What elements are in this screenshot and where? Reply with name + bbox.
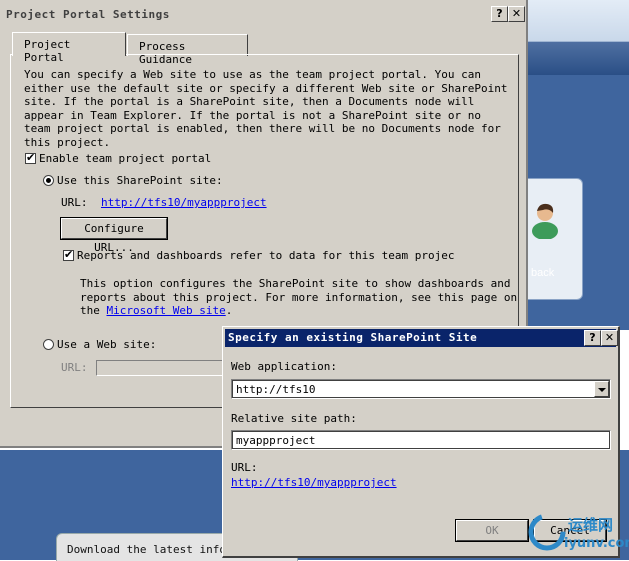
watermark: 运维网 iyunv.com [524, 510, 629, 556]
close-button[interactable]: ✕ [601, 330, 618, 346]
info-text-suffix: . [225, 304, 233, 318]
enable-portal-label[interactable]: Enable team project portal [39, 152, 211, 165]
feedback-card-label: back [531, 267, 555, 279]
use-web-site-radio[interactable] [43, 339, 54, 350]
sharepoint-info-text: This option configures the SharePoint si… [80, 277, 520, 318]
dialog-url-label: URL: [231, 461, 258, 474]
configure-url-button[interactable]: Configure URL... [60, 217, 168, 254]
use-sharepoint-radio[interactable] [43, 175, 54, 186]
close-button[interactable]: ✕ [508, 6, 525, 22]
web-application-dropdown[interactable]: http://tfs10 [231, 379, 611, 399]
web-application-value: http://tfs10 [236, 383, 316, 396]
tab-process-guidance[interactable]: Process Guidance [127, 34, 248, 66]
background-header-band [528, 0, 629, 75]
ok-button[interactable]: OK [455, 519, 529, 542]
watermark-text-url: iyunv.com [564, 536, 629, 551]
help-button[interactable]: ? [584, 330, 601, 346]
checkmark-icon: ✔ [26, 151, 36, 164]
watermark-logo-icon [528, 513, 566, 551]
enable-portal-checkbox[interactable]: ✔ [25, 151, 36, 164]
news-text: Download the latest inform [67, 543, 240, 556]
chevron-down-icon[interactable] [594, 381, 609, 397]
web-url-label: URL: [61, 361, 88, 374]
dialog-titlebar[interactable]: Project Portal Settings ? ✕ [0, 4, 528, 24]
sharepoint-dialog-titlebar[interactable]: Specify an existing SharePoint Site ? ✕ [225, 329, 618, 347]
sharepoint-dialog-title: Specify an existing SharePoint Site [228, 331, 478, 344]
watermark-text-cn: 运维网 [568, 516, 614, 534]
web-application-label: Web application: [231, 360, 337, 373]
sharepoint-url-link[interactable]: http://tfs10/myappproject [101, 196, 267, 209]
feedback-card[interactable]: back [520, 178, 583, 300]
checkmark-icon: ✔ [64, 248, 74, 261]
dialog-url-link[interactable]: http://tfs10/myappproject [231, 476, 397, 489]
radio-selected-dot [46, 178, 51, 183]
relative-path-input[interactable]: myappproject [231, 430, 611, 450]
reports-dashboards-label[interactable]: Reports and dashboards refer to data for… [77, 249, 455, 262]
help-button[interactable]: ? [491, 6, 508, 22]
relative-path-value: myappproject [236, 434, 316, 447]
relative-path-label: Relative site path: [231, 412, 357, 425]
use-web-site-label[interactable]: Use a Web site: [57, 338, 156, 351]
dialog-title: Project Portal Settings [6, 8, 170, 21]
reports-dashboards-checkbox[interactable]: ✔ [63, 248, 74, 261]
user-avatar-icon [532, 203, 558, 239]
portal-description: You can specify a Web site to use as the… [24, 68, 508, 149]
use-sharepoint-label[interactable]: Use this SharePoint site: [57, 174, 223, 187]
tab-project-portal[interactable]: Project Portal [12, 32, 126, 64]
microsoft-web-site-link[interactable]: Microsoft Web site [107, 304, 226, 317]
url-label: URL: [61, 196, 88, 209]
